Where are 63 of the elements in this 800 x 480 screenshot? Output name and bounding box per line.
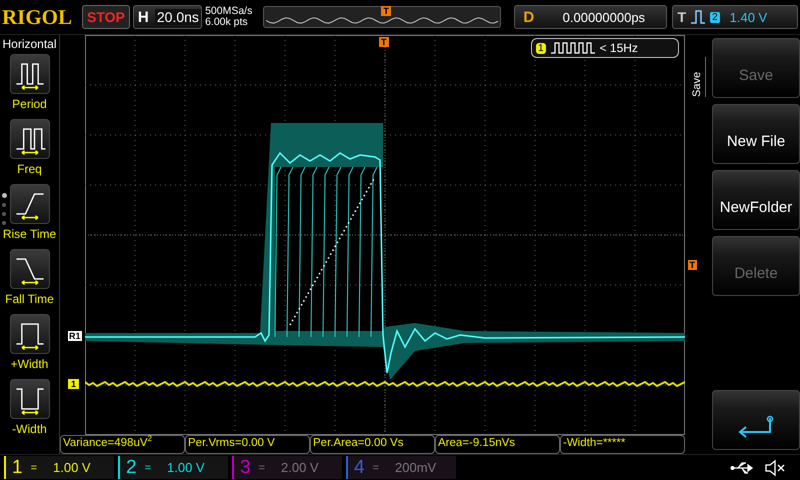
- back-button[interactable]: [712, 390, 800, 450]
- brand-logo: RIGOL: [2, 4, 74, 30]
- counter-channel: 1: [536, 42, 546, 54]
- menu-button[interactable]: New File: [712, 104, 800, 164]
- timebase-label: H: [136, 8, 150, 26]
- channel-scale: 200mV: [395, 460, 436, 476]
- memory-depth: 6.00k pts: [205, 17, 249, 28]
- sine-wave-icon: [266, 16, 498, 26]
- channel-number: 4: [354, 456, 365, 479]
- trigger-box[interactable]: T 2 1.40 V: [672, 5, 798, 30]
- trigger-level: 1.40 V: [730, 10, 768, 25]
- coupling-icon: =: [258, 462, 266, 474]
- measure-label: +Width: [10, 357, 48, 372]
- trigger-source: 2: [710, 12, 720, 23]
- measurement-reading: Per.Vrms=0.00 V: [185, 435, 310, 454]
- reference-marker: R1: [68, 331, 82, 342]
- measure-label: Freq: [17, 162, 42, 176]
- measurement-reading: -Width=*****: [560, 435, 685, 454]
- coupling-icon: =: [144, 462, 152, 474]
- measure-button[interactable]: [10, 119, 50, 160]
- channel-tab[interactable]: 4 = 200mV: [346, 456, 456, 480]
- measure-label: Period: [12, 97, 47, 112]
- coupling-icon: =: [30, 462, 38, 474]
- channel-tab[interactable]: 3 = 2.00 V: [232, 456, 342, 480]
- channel-marker: 1: [68, 379, 80, 390]
- rising-edge-icon: [690, 9, 706, 26]
- trigger-label: T: [678, 9, 686, 26]
- speaker-muted-icon: [764, 458, 786, 477]
- measure-label: Fall Time: [5, 292, 54, 306]
- timebase-value: 20.0ns: [154, 9, 202, 26]
- channel-scale: 1.00 V: [53, 460, 91, 476]
- trigger-position-marker: T: [379, 37, 388, 48]
- pulse-train-icon: [550, 42, 595, 54]
- channel-number: 1: [12, 456, 23, 479]
- measure-label: -Width: [12, 422, 47, 436]
- measurement-reading: Per.Area=0.00 Vs: [310, 435, 435, 454]
- coupling-icon: =: [372, 462, 380, 474]
- trigger-position-marker: T: [381, 6, 391, 16]
- counter-reading: < 15Hz: [600, 41, 638, 56]
- menu-title: Horizontal: [2, 37, 57, 52]
- measure-button[interactable]: [10, 54, 50, 94]
- menu-title: Save: [691, 57, 706, 98]
- measurement-reading: Variance=498uV$^{2}$: [60, 435, 185, 454]
- measure-label: Rise Time: [2, 227, 56, 242]
- measure-button[interactable]: [10, 249, 50, 290]
- run-stop-button[interactable]: STOP: [82, 5, 130, 30]
- delay-value: 0.00000000ps: [562, 10, 646, 25]
- return-arrow-icon: [736, 415, 776, 440]
- measurement-reading: Area=-9.15nVs: [435, 435, 560, 454]
- channel-tab[interactable]: 1 = 1.00 V: [4, 456, 114, 480]
- delay-label: D: [522, 8, 536, 26]
- timebase-box[interactable]: H 20.0ns: [132, 5, 202, 30]
- channel-number: 2: [126, 456, 137, 479]
- channel-scale: 1.00 V: [167, 460, 205, 476]
- delay-box[interactable]: D 0.00000000ps: [514, 5, 666, 30]
- sample-rate: 500MSa/s: [205, 6, 254, 18]
- channel-scale: 2.00 V: [281, 460, 319, 476]
- measure-button[interactable]: [10, 184, 50, 224]
- channel-tab[interactable]: 2 = 1.00 V: [118, 456, 228, 480]
- menu-button[interactable]: NewFolder: [712, 170, 800, 230]
- measure-button[interactable]: [10, 314, 50, 354]
- measure-button[interactable]: [10, 379, 50, 420]
- channel-number: 3: [240, 456, 251, 479]
